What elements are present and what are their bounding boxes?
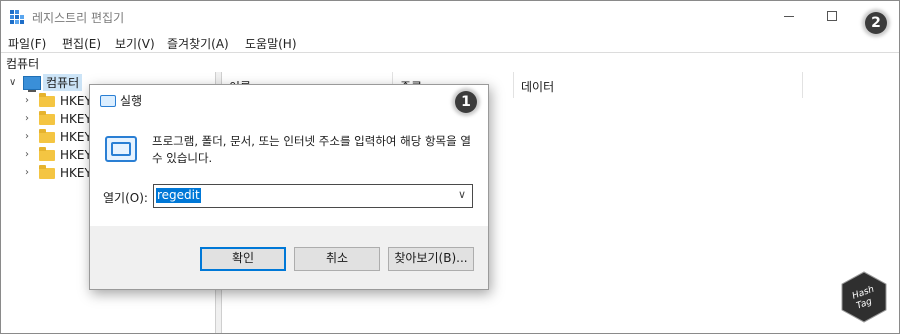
column-header-data[interactable]: 데이터: [514, 72, 803, 98]
cancel-button[interactable]: 취소: [294, 247, 380, 271]
menu-edit[interactable]: 편집(E): [62, 35, 101, 52]
open-input-value: regedit: [156, 188, 201, 203]
ok-button[interactable]: 확인: [200, 247, 286, 271]
dialog-description: 프로그램, 폴더, 문서, 또는 인터넷 주소를 입력하여 해당 항목을 열 수…: [152, 134, 471, 165]
folder-icon: [39, 147, 55, 161]
computer-icon: [23, 76, 41, 92]
maximize-button[interactable]: [823, 7, 843, 25]
run-dialog: 실행 프로그램, 폴더, 문서, 또는 인터넷 주소를 입력하여 해당 항목을 …: [89, 84, 489, 290]
open-label: 열기(O):: [103, 191, 148, 205]
folder-icon: [39, 165, 55, 179]
chevron-down-icon[interactable]: ∨: [9, 77, 16, 88]
hashtag-watermark-logo: Hash Tag: [841, 271, 887, 323]
dialog-title: 실행: [120, 94, 143, 108]
registry-app-icon: [10, 10, 24, 24]
window-title: 레지스트리 편집기: [32, 11, 125, 25]
folder-icon: [39, 129, 55, 143]
open-input[interactable]: regedit ∨: [153, 184, 473, 208]
menu-help[interactable]: 도움말(H): [245, 35, 297, 52]
browse-button[interactable]: 찾아보기(B)...: [388, 247, 474, 271]
folder-icon: [39, 111, 55, 125]
title-bar: 레지스트리 편집기: [1, 1, 899, 33]
chevron-down-icon[interactable]: ∨: [458, 188, 466, 201]
tree-root-label: 컴퓨터: [43, 74, 83, 91]
run-icon: [100, 95, 116, 107]
menu-favorites[interactable]: 즐겨찾기(A): [167, 35, 229, 52]
minimize-button[interactable]: [780, 7, 800, 25]
chevron-right-icon[interactable]: ›: [25, 131, 29, 142]
registry-editor-window: 레지스트리 편집기 2 파일(F) 편집(E) 보기(V) 즐겨찾기(A) 도움…: [0, 0, 900, 334]
address-bar[interactable]: 컴퓨터: [1, 52, 899, 73]
step-badge-1: 1: [455, 91, 477, 113]
address-path: 컴퓨터: [6, 57, 40, 71]
menu-view[interactable]: 보기(V): [115, 35, 155, 52]
menu-file[interactable]: 파일(F): [8, 35, 46, 52]
chevron-right-icon[interactable]: ›: [25, 113, 29, 124]
chevron-right-icon[interactable]: ›: [25, 149, 29, 160]
chevron-right-icon[interactable]: ›: [25, 167, 29, 178]
folder-icon: [39, 93, 55, 107]
step-badge-2: 2: [865, 12, 887, 34]
chevron-right-icon[interactable]: ›: [25, 95, 29, 106]
run-app-icon: [105, 136, 137, 162]
menu-bar: 파일(F) 편집(E) 보기(V) 즐겨찾기(A) 도움말(H): [1, 33, 899, 51]
